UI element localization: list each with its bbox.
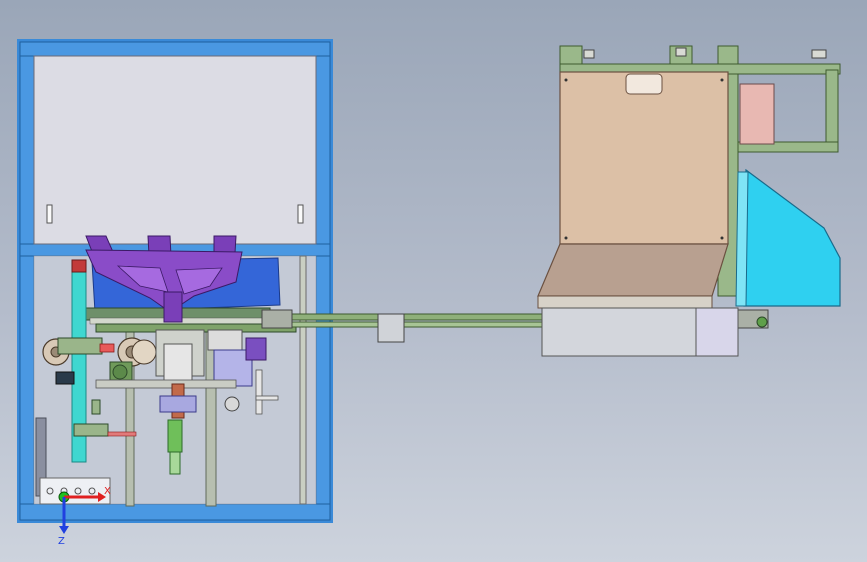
hopper-tray: [537, 243, 729, 297]
right-base-cabinet: [541, 307, 697, 357]
triad-z-label: Z: [58, 536, 65, 547]
right-machine: [537, 45, 841, 357]
cyan-cover-edge: [735, 171, 749, 307]
triad-z-arrow: [59, 526, 69, 534]
rack-foot-1: [583, 49, 595, 59]
hopper-screw-2: [720, 78, 724, 82]
pink-side-panel: [739, 83, 775, 145]
tube-cap-red: [71, 259, 87, 273]
left-frame-top-beam: [19, 41, 331, 57]
rack-side-post: [825, 69, 839, 153]
right-base-panel: [695, 307, 739, 357]
tray-lip: [537, 295, 713, 309]
hopper-box: [559, 71, 729, 245]
support-rod-3: [299, 255, 307, 505]
rail-bracket-left: [261, 309, 293, 329]
hopper-screw-3: [564, 236, 568, 240]
cabinet-handle-right: [297, 204, 304, 224]
cad-assembly-drawing: X Z: [17, 39, 841, 547]
rail-support-block: [377, 313, 405, 343]
cyan-cover: [743, 168, 841, 307]
cabinet-handle-left: [46, 204, 53, 224]
triad-x-label: X: [104, 486, 111, 497]
rack-foot-3: [811, 49, 827, 59]
hopper-handle: [625, 73, 663, 95]
hopper-screw-4: [720, 236, 724, 240]
left-frame-post-right: [315, 41, 331, 521]
rail-end-knob: [756, 316, 768, 328]
hopper-screw-1: [564, 78, 568, 82]
left-frame-post-left: [19, 41, 35, 521]
rail-upper: [261, 313, 553, 321]
upper-cabinet-panel: [33, 55, 317, 245]
rail-lower: [261, 321, 553, 328]
rack-foot-2: [675, 47, 687, 57]
left-machine: [17, 39, 333, 523]
left-frame-bottom-beam: [19, 503, 331, 521]
